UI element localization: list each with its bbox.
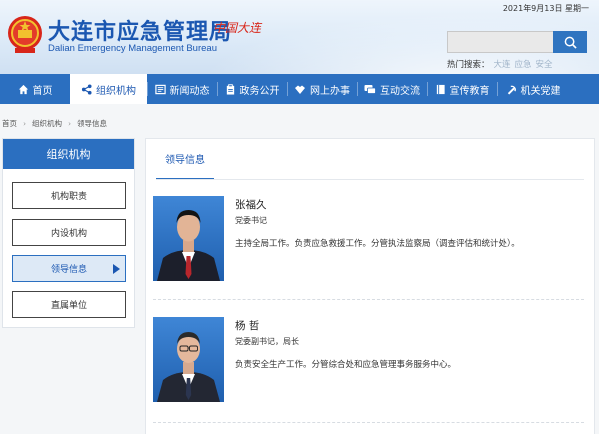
leader-card: 杨 哲 党委副书记，局长 负责安全生产工作。分管综合处和应急管理事务服务中心。 [153,317,583,407]
sidebar-item-label: 直属单位 [50,301,87,311]
caret-right-icon [113,264,120,274]
news-icon [154,84,166,94]
party-emblem-icon [507,85,516,95]
nav-item-party-building[interactable]: 机关党建 [497,74,569,104]
sidebar-item-affiliated-units[interactable]: 直属单位 [12,291,126,318]
breadcrumb-separator-icon: › [23,119,26,128]
tab-divider [156,179,584,180]
hot-search-item[interactable]: 大连 [494,60,511,70]
hot-search-label: 热门搜索： [447,60,490,70]
sidebar-item-responsibilities[interactable]: 机构职责 [12,182,126,209]
nav-item-online-services[interactable]: 网上办事 [287,74,357,104]
nav-item-news[interactable]: 新闻动态 [147,74,217,104]
nav-item-government-affairs[interactable]: 政务公开 [217,74,287,104]
site-header: 2021年9月13日 星期一 大连市应急管理局 Dalian Emergency… [0,0,599,74]
leader-photo[interactable] [153,317,224,402]
leader-card: 张福久 党委书记 主持全局工作。负责应急救援工作。分管执法监察局（调查评估和统计… [153,196,583,286]
nav-label: 首页 [32,85,53,97]
sidebar-item-leadership[interactable]: 领导信息 [12,255,126,282]
sidebar-item-label: 领导信息 [50,265,87,275]
leader-name: 杨 哲 [235,320,260,332]
search-icon [564,36,577,49]
slogan-logo: 中国大连 [213,21,262,35]
tab-leadership-info[interactable]: 领导信息 [156,139,214,180]
hot-search: 热门搜索： 大连 应急 安全 [447,58,553,70]
sidebar-title: 组织机构 [3,139,134,169]
search-button[interactable] [553,31,587,53]
sidebar: 组织机构 机构职责 内设机构 领导信息 直属单位 [2,138,135,328]
nav-item-home[interactable]: 首页 [0,74,70,104]
nav-label: 机关党建 [520,85,561,97]
nav-label: 网上办事 [310,85,350,97]
breadcrumb: 首页 › 组织机构 › 领导信息 [2,118,107,129]
site-title[interactable]: 大连市应急管理局 [48,14,232,46]
current-date: 2021年9月13日 星期一 [502,4,589,13]
share-icon [81,83,92,95]
home-icon [18,84,28,94]
nav-item-publicity-education[interactable]: 宣传教育 [427,74,497,104]
leader-divider [153,422,584,423]
leader-title: 党委书记 [235,216,267,225]
breadcrumb-link[interactable]: 首页 [2,119,17,128]
main-content: 领导信息 张福久 党委书记 主持全局工作。负责应急救援工作。分管执法监察局（调查… [145,138,595,434]
nav-label: 组织机构 [96,85,136,97]
breadcrumb-link[interactable]: 组织机构 [32,119,62,128]
leader-name: 张福久 [235,199,267,211]
hot-search-item[interactable]: 应急 [515,60,532,70]
nav-label: 政务公开 [239,85,280,97]
national-emblem-icon [8,16,42,53]
leader-photo[interactable] [153,196,224,281]
leader-divider [153,299,584,300]
search-input[interactable] [447,31,553,53]
nav-label: 互动交流 [380,85,420,97]
nav-label: 新闻动态 [169,85,210,97]
sidebar-item-internal-departments[interactable]: 内设机构 [12,219,126,246]
nav-item-organization[interactable]: 组织机构 [70,74,147,104]
hot-search-item[interactable]: 安全 [536,60,553,70]
nav-label: 宣传教育 [449,85,490,97]
leader-duty: 主持全局工作。负责应急救援工作。分管执法监察局（调查评估和统计处）。 [235,239,520,249]
chat-icon [364,84,376,94]
main-nav: 首页 组织机构 新闻动态 政务公开 网上办事 互动交流 宣传教育 机关党建 [0,74,599,104]
sidebar-item-label: 内设机构 [50,229,87,239]
leader-title: 党委副书记，局长 [235,337,299,346]
nav-item-interaction[interactable]: 互动交流 [357,74,427,104]
breadcrumb-separator-icon: › [68,119,71,128]
site-title-english: Dalian Emergency Management Bureau [48,43,217,54]
leader-duty: 负责安全生产工作。分管综合处和应急管理事务服务中心。 [235,360,457,370]
breadcrumb-current[interactable]: 领导信息 [77,119,107,128]
book-icon [436,84,445,94]
handshake-icon [295,85,305,94]
sidebar-item-label: 机构职责 [50,192,87,202]
clipboard-icon [226,83,234,95]
